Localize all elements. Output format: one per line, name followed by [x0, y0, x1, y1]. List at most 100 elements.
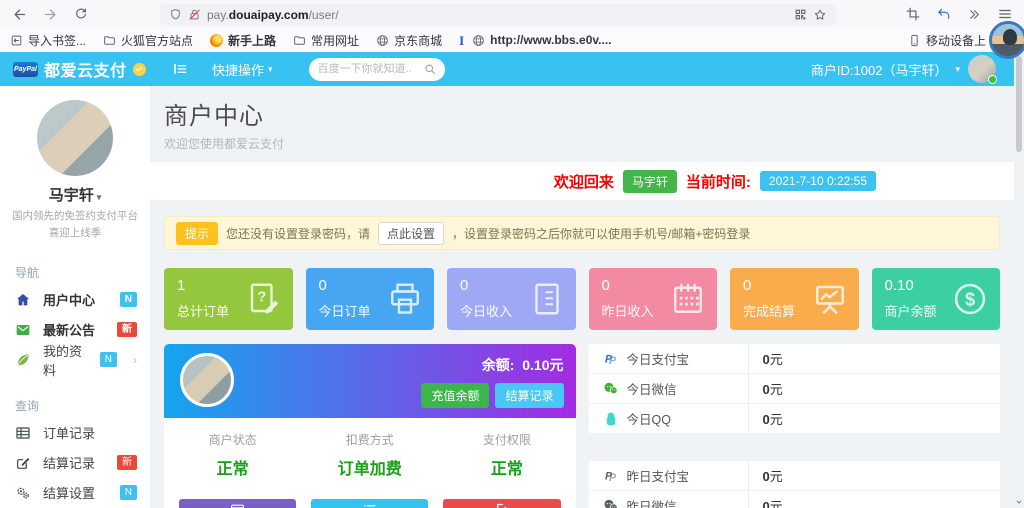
paypal-logo-badge: PayPal — [13, 62, 38, 77]
stat-card-settled[interactable]: 0 完成结算 — [730, 268, 859, 330]
insecure-lock-icon[interactable] — [188, 8, 201, 21]
pay-permission-value: 正常 — [438, 455, 575, 479]
sidebar-item-settlement-settings[interactable]: 结算设置 N — [0, 478, 150, 508]
verified-badge-icon — [133, 63, 146, 76]
globe-icon — [376, 34, 389, 47]
folder-icon — [293, 34, 306, 47]
stat-card-balance[interactable]: 0.10 商户余额 — [872, 268, 1001, 330]
sidebar-toggle-icon[interactable] — [172, 61, 188, 77]
bookmark-jd[interactable]: 京东商城 — [376, 32, 442, 49]
url-bar[interactable]: pay.douaipay.com/user/ — [160, 4, 836, 25]
online-status-dot — [988, 75, 997, 84]
recharge-balance-button[interactable]: 充值余额 — [421, 383, 489, 408]
browser-profile-avatar[interactable] — [989, 21, 1024, 59]
edit-doc-icon — [246, 281, 282, 317]
status-value: 正常 — [164, 455, 301, 479]
page-title: 商户中心 — [164, 96, 1014, 131]
n-badge: N — [100, 352, 117, 367]
time-badge: 2021-7-10 0:22:55 — [760, 171, 876, 191]
extensions-overflow-icon[interactable] — [968, 8, 981, 21]
bookmark-star-icon[interactable] — [813, 8, 827, 22]
n-badge: N — [120, 485, 137, 500]
status-label: 商户状态 — [164, 431, 301, 448]
qr-code-icon[interactable] — [794, 8, 807, 21]
wechat-icon — [603, 381, 619, 397]
section-label-nav: 导航 — [0, 264, 150, 281]
stat-card-yesterday-income[interactable]: 0 昨日收入 — [589, 268, 718, 330]
bookmark-firefox-site[interactable]: 火狐官方站点 — [103, 32, 193, 49]
search-icon[interactable] — [424, 63, 436, 75]
yesterday-table: 昨日支付宝 0元 昨日微信 0元 — [589, 461, 1001, 508]
header-search[interactable] — [309, 58, 445, 81]
password-alert: 提示 您还没有设置登录密码，请 点此设置 ，设置登录密码之后你就可以使用手机号/… — [164, 216, 1000, 250]
leaf-icon — [15, 352, 31, 368]
logout-button[interactable]: 安全退出 — [443, 499, 560, 508]
reload-icon[interactable] — [74, 7, 88, 21]
user-name[interactable]: 马宇轩▾ — [0, 184, 150, 205]
list-doc-icon — [529, 281, 565, 317]
today-table: 今日支付宝 0元 今日微信 0元 今日QQ — [589, 344, 1001, 434]
home-icon — [15, 292, 31, 308]
brand-logo[interactable]: PayPal 都爱云支付 — [0, 57, 150, 81]
forward-icon[interactable] — [43, 7, 58, 22]
browser-menu-icon[interactable] — [998, 7, 1012, 21]
browser-toolbar: pay.douaipay.com/user/ — [0, 0, 1024, 28]
printer-icon — [387, 281, 423, 317]
order-records-button[interactable]: 订单记录 — [311, 499, 428, 508]
bookmark-common-sites[interactable]: 常用网址 — [293, 32, 359, 49]
scrollbar-thumb[interactable] — [1016, 56, 1022, 152]
main-content: 商户中心 欢迎您使用都爱云支付 欢迎回来 马宇轩 当前时间: 2021-7-10… — [150, 86, 1014, 508]
payment-tables: 今日支付宝 0元 今日微信 0元 今日QQ — [589, 344, 1001, 508]
bookmark-import[interactable]: 导入书签... — [10, 32, 86, 49]
undo-icon[interactable] — [937, 7, 951, 21]
merchant-panel-header: 余额: 0.10元 充值余额 结算记录 — [164, 344, 576, 418]
sidebar-item-order-records[interactable]: 订单记录 — [0, 418, 150, 448]
qq-icon — [603, 411, 619, 427]
paypal-icon — [603, 351, 619, 367]
pay-permission-label: 支付权限 — [438, 431, 575, 448]
user-avatar[interactable] — [37, 100, 113, 176]
dollar-icon — [951, 280, 989, 318]
settlement-records-button[interactable]: 结算记录 — [495, 383, 563, 408]
balance-text: 余额: 0.10元 — [421, 355, 563, 375]
logout-icon — [494, 502, 509, 508]
header-avatar[interactable] — [968, 55, 996, 83]
scroll-down-icon[interactable] — [1015, 498, 1023, 506]
merchant-panel: 余额: 0.10元 充值余额 结算记录 商户状态 正常 扣费方式 订单 — [164, 344, 576, 508]
merchant-status-row: 商户状态 正常 扣费方式 订单加费 支付权限 正常 — [164, 418, 576, 490]
calendar-icon — [670, 281, 706, 317]
gears-icon — [15, 485, 31, 501]
import-icon — [10, 34, 23, 47]
new-badge: 新 — [117, 322, 137, 337]
stat-card-total-orders[interactable]: 1 总计订单 — [164, 268, 293, 330]
bookmark-getting-started[interactable]: 新手上路 — [210, 32, 276, 49]
screenshot-tool-icon[interactable] — [906, 7, 920, 21]
fee-mode-label: 扣费方式 — [301, 431, 438, 448]
bookmark-bbs[interactable]: http://www.bbs.e0v.... — [472, 33, 611, 47]
back-icon[interactable] — [12, 7, 27, 22]
chart-board-icon — [812, 281, 848, 317]
fee-mode-value: 订单加费 — [301, 455, 438, 479]
alert-badge: 提示 — [176, 222, 218, 245]
announcements-button[interactable]: 最新公告 — [179, 499, 296, 508]
card-icon — [230, 502, 245, 508]
welcome-name-badge: 马宇轩 — [623, 170, 677, 193]
sidebar-item-settlement-records[interactable]: 结算记录 新 — [0, 448, 150, 478]
stat-card-today-orders[interactable]: 0 今日订单 — [306, 268, 435, 330]
chevron-down-icon[interactable]: ▾ — [955, 65, 960, 74]
table-row: 昨日微信 0元 — [589, 491, 1001, 508]
chevron-right-icon: › — [133, 353, 137, 367]
time-label: 当前时间: — [686, 171, 751, 192]
sidebar-item-user-center[interactable]: 用户中心 N — [0, 285, 150, 315]
phone-icon — [908, 34, 921, 47]
n-badge: N — [120, 292, 137, 307]
sidebar-item-profile[interactable]: 我的资料 N › — [0, 345, 150, 375]
firefox-icon — [210, 34, 223, 47]
search-input[interactable] — [318, 63, 420, 75]
shield-icon[interactable] — [169, 8, 182, 21]
stat-card-today-income[interactable]: 0 今日收入 — [447, 268, 576, 330]
quick-actions-menu[interactable]: 快捷操作 ▾ — [212, 60, 273, 79]
merchant-id-label[interactable]: 商户ID:1002（马宇轩） — [811, 60, 948, 79]
set-password-button[interactable]: 点此设置 — [378, 222, 444, 245]
merchant-avatar[interactable] — [180, 353, 234, 407]
